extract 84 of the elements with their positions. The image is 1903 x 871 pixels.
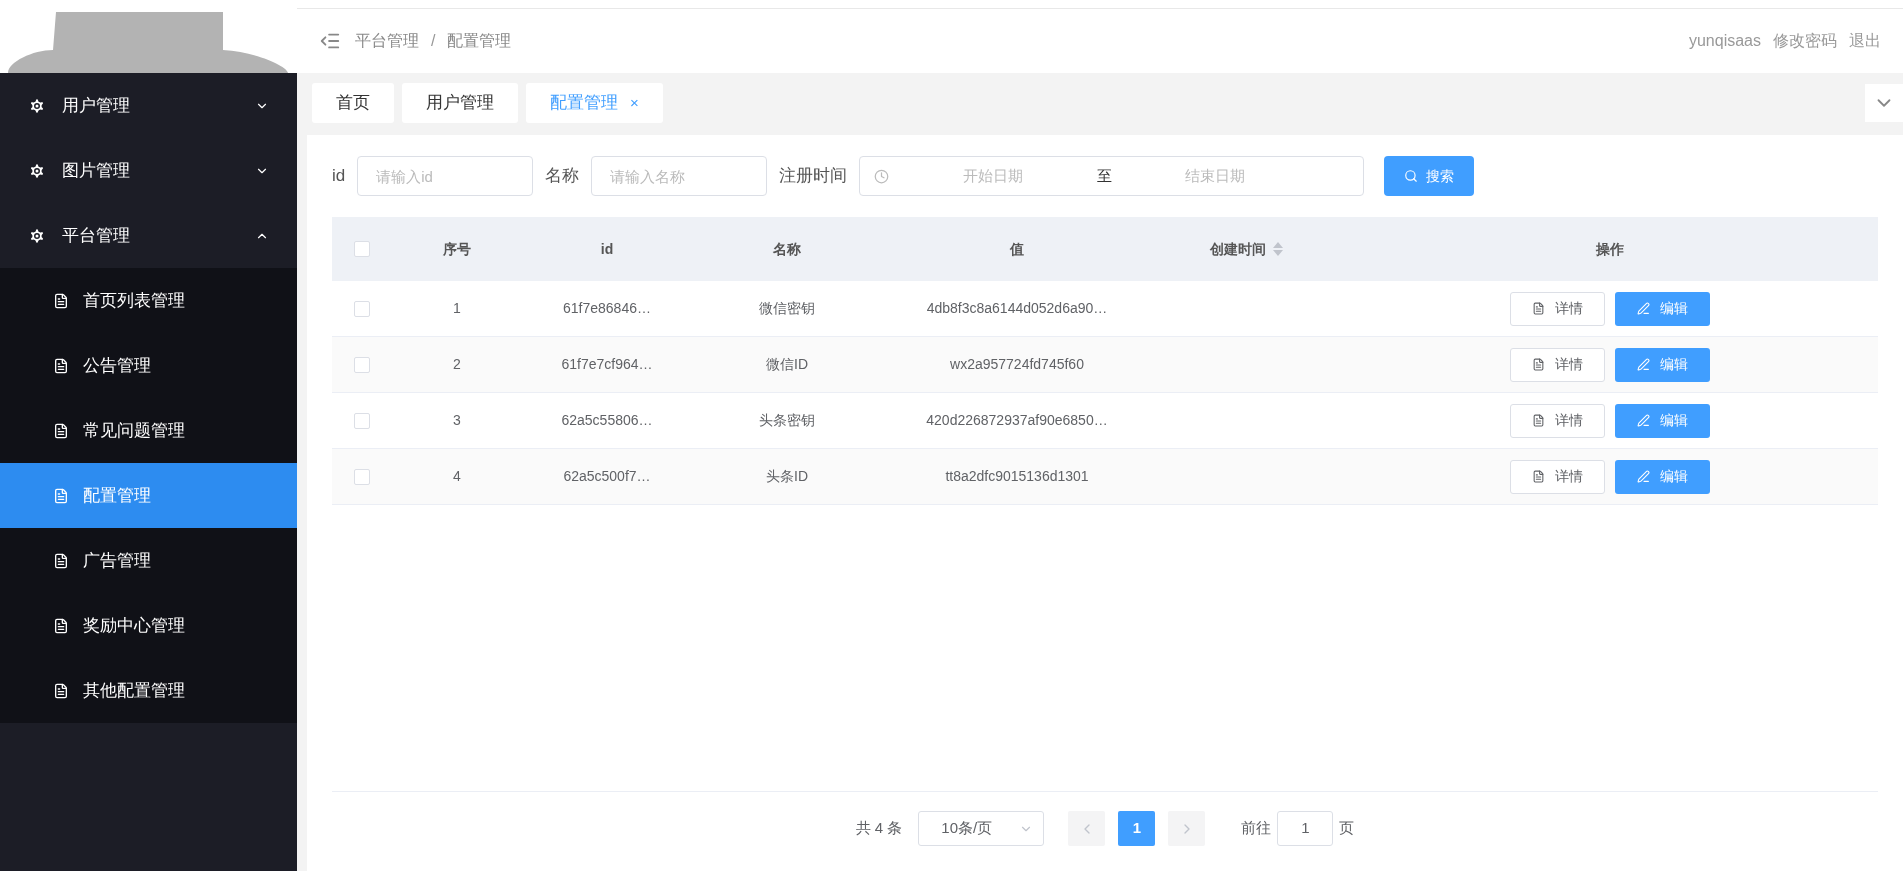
prev-page-button[interactable] <box>1068 811 1106 846</box>
breadcrumb-link[interactable]: 平台管理 <box>355 29 419 53</box>
column-header: 值 <box>1010 239 1024 259</box>
sidebar-item[interactable]: 奖励中心管理 <box>0 593 297 658</box>
table-cell-text: 4 <box>453 467 461 486</box>
tabs-menu-button[interactable] <box>1865 84 1903 122</box>
table-cell-text: 头条ID <box>766 467 808 486</box>
table-cell-text: 61f7e7cf964… <box>561 355 653 374</box>
column-header: id <box>600 239 614 259</box>
document-icon <box>1532 470 1545 483</box>
details-button[interactable]: 详情 <box>1510 347 1605 382</box>
pen-icon <box>1637 358 1650 371</box>
gear-icon <box>28 226 46 245</box>
gear-icon <box>28 161 46 180</box>
document-icon <box>1532 358 1545 371</box>
column-header: 名称 <box>773 239 801 259</box>
clock-icon <box>874 168 890 184</box>
sidebar-item[interactable]: 配置管理 <box>0 463 297 528</box>
breadcrumb-separator: / <box>431 31 436 51</box>
document-icon <box>1532 302 1545 315</box>
field-label: 注册时间 <box>779 165 848 188</box>
range-separator: 至 <box>1096 165 1112 186</box>
document-icon <box>53 552 69 569</box>
table-cell-text: 微信ID <box>766 355 808 374</box>
table-cell-text: 3 <box>453 411 461 430</box>
sidebar-item[interactable]: 常见问题管理 <box>0 398 297 463</box>
document-icon <box>53 682 69 699</box>
breadcrumb-link[interactable]: 配置管理 <box>447 29 512 53</box>
table-cell-text: 4db8f3c8a6144d052d6a90… <box>926 299 1108 318</box>
gear-icon <box>28 96 46 115</box>
sidebar-group-label: 用户管理 <box>62 94 131 117</box>
field-label: 名称 <box>545 165 580 188</box>
document-icon <box>53 357 69 374</box>
start-date-placeholder: 开始日期 <box>962 165 1024 186</box>
document-icon <box>53 422 69 439</box>
checkbox[interactable] <box>354 241 370 257</box>
details-button[interactable]: 详情 <box>1510 459 1605 494</box>
sidebar-group-label: 平台管理 <box>62 224 131 247</box>
table-cell-text: 微信密钥 <box>759 299 815 318</box>
column-header: 操作 <box>1596 239 1624 259</box>
search-icon <box>1404 169 1419 183</box>
table-cell-text: 62a5c500f7… <box>563 467 651 486</box>
document-icon <box>53 292 69 309</box>
checkbox[interactable] <box>354 356 370 373</box>
details-button[interactable]: 详情 <box>1510 403 1605 438</box>
table-cell-text: wx2a957724fd745f60 <box>950 355 1084 374</box>
sidebar-group-label: 图片管理 <box>62 159 131 182</box>
sort-icon[interactable] <box>1272 241 1284 257</box>
pen-icon <box>1637 470 1650 483</box>
page-input[interactable]: 1 <box>1277 811 1334 846</box>
details-button[interactable]: 详情 <box>1510 291 1605 326</box>
checkbox[interactable] <box>354 468 370 485</box>
field-label: id <box>332 165 346 188</box>
checkbox[interactable] <box>354 412 370 429</box>
document-icon <box>1532 414 1545 427</box>
document-icon <box>53 617 69 634</box>
table-cell-text: 61f7e86846… <box>563 299 651 318</box>
column-header: 序号 <box>443 239 471 259</box>
table-cell-text: 2 <box>453 355 461 374</box>
sidebar-item[interactable]: 公告管理 <box>0 333 297 398</box>
sidebar-item[interactable]: 首页列表管理 <box>0 268 297 333</box>
table-cell-text: 1 <box>453 299 461 318</box>
end-date-placeholder: 结束日期 <box>1184 165 1247 186</box>
sidebar-item[interactable]: 其他配置管理 <box>0 658 297 723</box>
sidebar-item[interactable]: 广告管理 <box>0 528 297 593</box>
table-cell-text: 头条密钥 <box>759 411 815 430</box>
page-size-select[interactable]: 10条/页 <box>918 811 1045 846</box>
date-range-field[interactable]: 开始日期 至 结束日期 <box>859 156 1365 196</box>
pen-icon <box>1637 302 1650 315</box>
next-page-button[interactable] <box>1168 811 1206 846</box>
checkbox[interactable] <box>354 300 370 317</box>
total-count: 共 4 条 <box>855 818 903 839</box>
tab[interactable]: 用户管理 <box>402 83 518 123</box>
tab[interactable]: 首页 <box>312 83 394 123</box>
document-icon <box>53 487 69 504</box>
column-header[interactable]: 创建时间 <box>1210 238 1266 260</box>
pen-icon <box>1637 414 1650 427</box>
goto-suffix: 页 <box>1339 818 1355 839</box>
input-field[interactable]: 请输入名称 <box>591 156 768 196</box>
goto-label: 前往 <box>1241 818 1272 839</box>
table-cell-text: 420d226872937af90e6850… <box>926 411 1108 430</box>
input-field[interactable]: 请输入id <box>357 156 534 196</box>
table-cell-text: 62a5c55806… <box>561 411 653 430</box>
table-cell-text: tt8a2dfc9015136d1301 <box>945 467 1089 486</box>
